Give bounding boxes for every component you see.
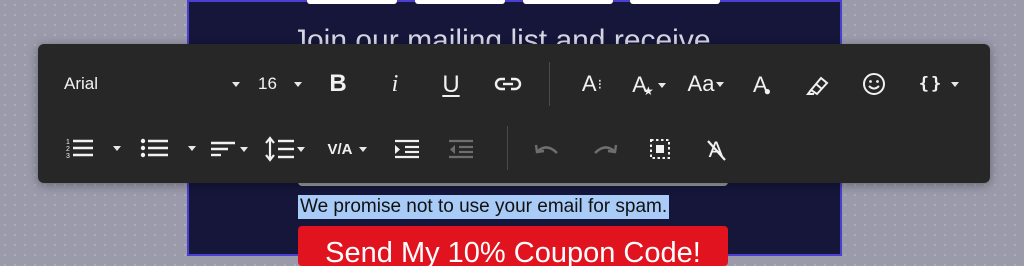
canvas-top-button-3[interactable] (523, 0, 613, 4)
chevron-down-icon (358, 146, 367, 152)
svg-text:3: 3 (66, 153, 70, 159)
redo-icon (594, 144, 618, 154)
text-case-button[interactable]: Aa (682, 68, 730, 100)
chevron-down-icon (297, 146, 305, 152)
redo-button[interactable] (590, 138, 620, 162)
underline-button[interactable]: U (436, 68, 466, 102)
text-format-toolbar: Arial 16 B i U A ⁝ A ★ Aa A ● {} 1 2 3 V… (38, 44, 990, 183)
svg-text:1: 1 (66, 139, 70, 146)
chevron-down-icon (232, 82, 240, 87)
emoji-button[interactable] (860, 70, 888, 98)
text-size-dots-icon: ⁝ (597, 75, 603, 92)
select-all-icon (650, 139, 670, 159)
undo-button[interactable] (532, 138, 562, 162)
emoji-icon (863, 73, 885, 95)
chevron-down-icon (188, 145, 196, 151)
coupon-button[interactable]: Send My 10% Coupon Code! (298, 226, 728, 266)
chevron-down-icon (113, 145, 121, 151)
text-case-icon: Aa (687, 71, 715, 96)
bullet-list-icon (140, 138, 168, 158)
letter-spacing-button[interactable]: V/A (320, 136, 374, 162)
chevron-down-icon (294, 82, 302, 87)
canvas-top-button-4[interactable] (630, 0, 720, 4)
highlight-button[interactable] (803, 70, 833, 100)
text-size-icon: A (581, 71, 597, 96)
indent-button[interactable] (392, 136, 422, 162)
bold-icon: B (329, 70, 347, 97)
outdent-button[interactable] (446, 136, 476, 162)
numbered-list-icon: 1 2 3 (66, 139, 93, 159)
link-icon (494, 77, 522, 91)
underline-icon: U (442, 71, 460, 98)
select-all-button[interactable] (646, 136, 674, 162)
svg-text:2: 2 (66, 146, 70, 153)
highlighter-icon (806, 76, 829, 96)
numbered-list-button[interactable]: 1 2 3 (64, 134, 122, 162)
chevron-down-icon (240, 146, 248, 152)
undo-icon (534, 144, 558, 154)
toolbar-divider (549, 62, 550, 106)
font-family-value: Arial (64, 74, 99, 93)
italic-button[interactable]: i (381, 68, 409, 100)
chevron-down-icon (716, 81, 725, 87)
line-height-icon (265, 136, 294, 162)
braces-icon: {} (918, 74, 944, 94)
text-color-button[interactable]: A ● (748, 68, 776, 102)
color-drop-icon: ● (763, 84, 771, 98)
font-size-adjust-button[interactable]: A ⁝ (576, 68, 608, 100)
line-height-button[interactable] (262, 134, 308, 164)
strike-icon (707, 140, 726, 161)
clear-formatting-button[interactable]: A (702, 136, 730, 164)
bold-button[interactable]: B (324, 68, 352, 100)
font-size-select[interactable]: 16 (258, 72, 306, 96)
indent-icon (395, 139, 419, 159)
align-left-icon (211, 141, 235, 157)
text-style-button[interactable]: A ★ (628, 68, 670, 102)
bullet-list-button[interactable] (138, 134, 198, 162)
align-button[interactable] (206, 136, 252, 162)
italic-icon: i (391, 70, 399, 97)
font-size-value: 16 (258, 74, 277, 93)
font-family-select[interactable]: Arial (64, 72, 244, 96)
promise-text[interactable]: We promise not to use your email for spa… (298, 195, 670, 219)
canvas-top-button-1[interactable] (307, 0, 397, 4)
chevron-down-icon (657, 82, 666, 88)
canvas-top-button-2[interactable] (415, 0, 505, 4)
chevron-down-icon (951, 81, 960, 87)
toolbar-divider (507, 126, 508, 170)
merge-tags-button[interactable]: {} (914, 70, 964, 98)
outdent-icon (449, 139, 473, 159)
letter-spacing-icon: V/A (327, 140, 353, 158)
link-button[interactable] (493, 70, 523, 98)
star-icon: ★ (642, 84, 654, 98)
